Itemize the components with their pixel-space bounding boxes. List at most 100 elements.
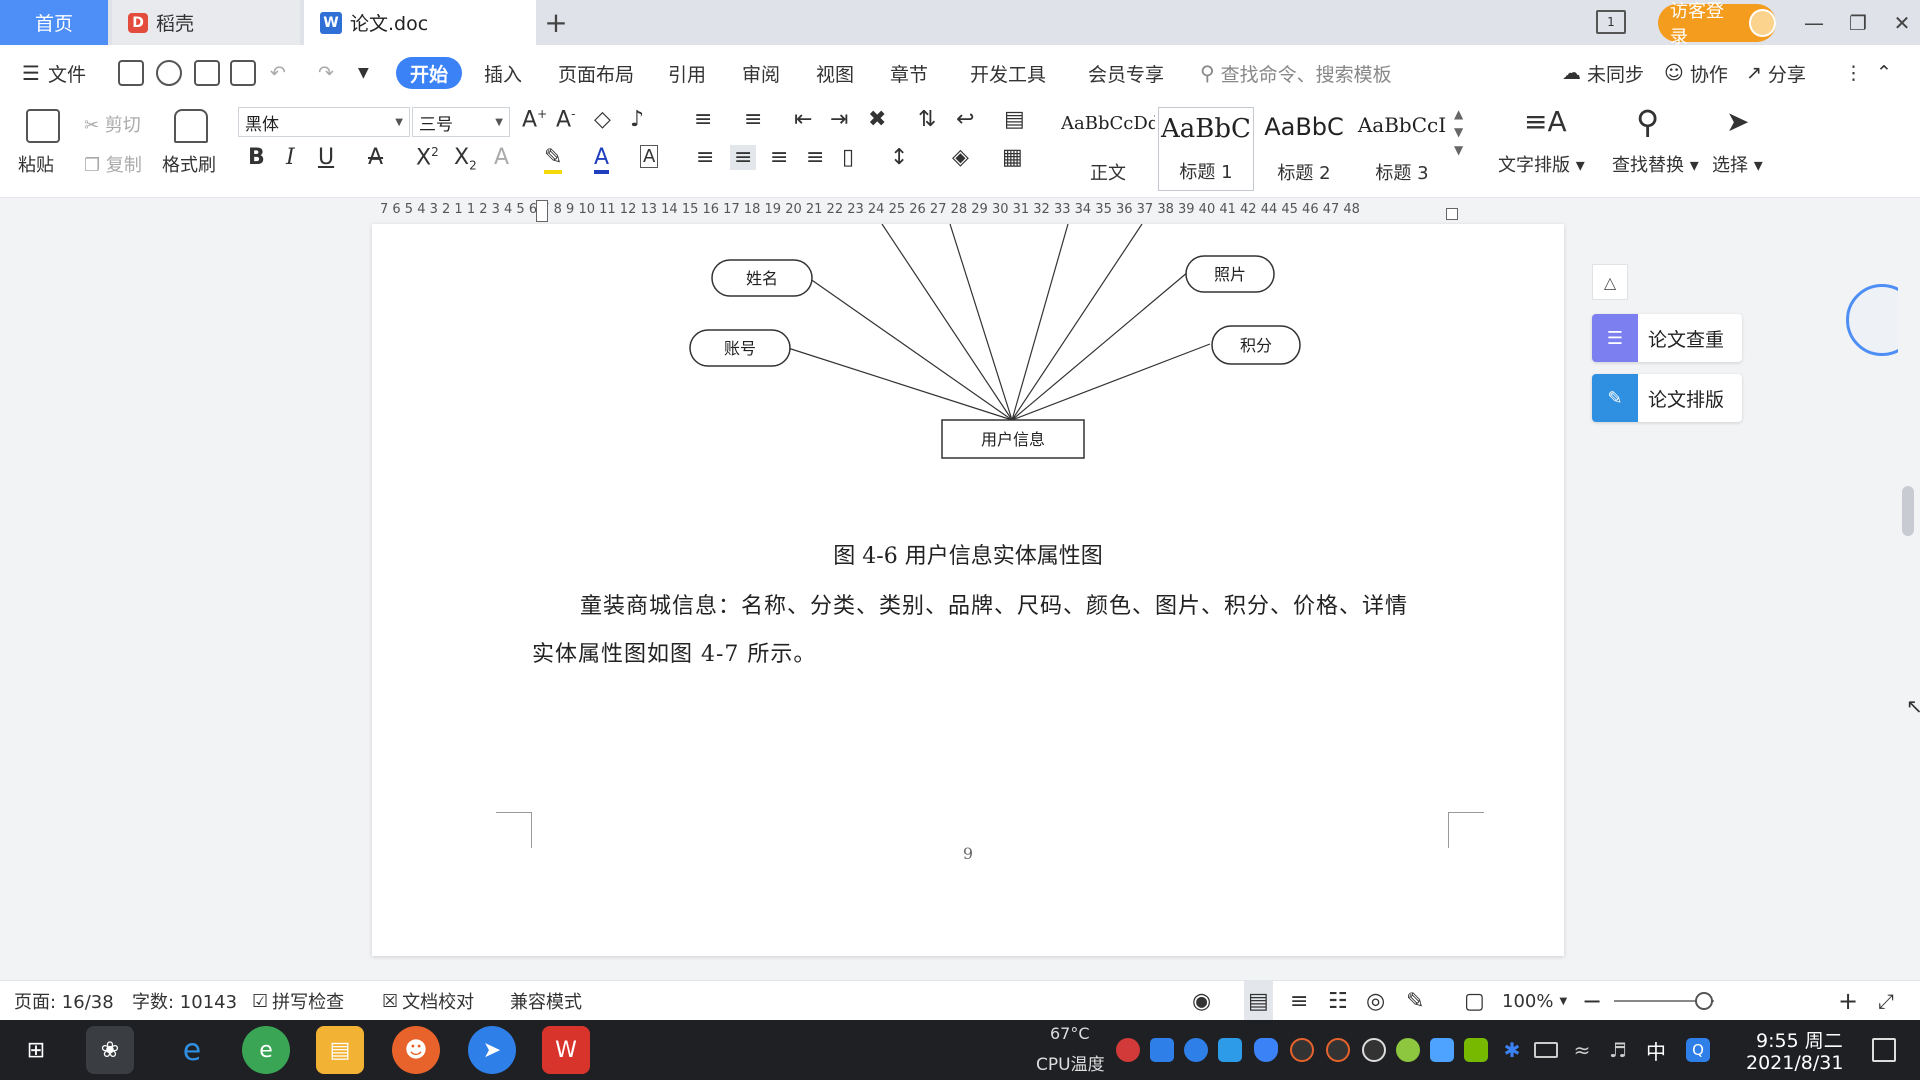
print-preview-icon[interactable] [230,60,256,86]
notification-icon[interactable] [1872,1038,1896,1062]
style-heading-2[interactable]: AaBbC 标题 2 [1256,107,1352,191]
collapse-ribbon-icon[interactable]: ⌃ [1876,45,1892,101]
font-size-select[interactable]: 三号 ▼ [412,107,510,137]
select-button[interactable]: 选择 ▾ [1712,151,1763,177]
ruler[interactable]: 7 6 5 4 3 2 1 1 2 3 4 5 6 7 8 9 10 11 12… [0,198,1920,224]
more-icon[interactable]: ⋮ [1844,45,1863,101]
copy-button[interactable]: ❐ 复制 [84,151,142,177]
document-proof-button[interactable]: ☒ 文档校对 [382,981,474,1021]
bold-icon[interactable]: B [248,145,265,170]
borders-icon[interactable]: ▦ [1002,145,1023,170]
decrease-font-icon[interactable]: A- [556,107,575,132]
document-page[interactable]: 姓名 账号 照片 积分 用户信息 图 4-6 用户信息实体属性图 童装商城信息：… [372,224,1564,956]
tray-app-icon[interactable] [1150,1038,1174,1062]
tab-insert[interactable]: 插入 [484,45,522,101]
web-view-icon[interactable]: ◎ [1366,981,1385,1021]
thesis-check-button[interactable]: ☰ 论文查重 [1592,314,1742,362]
paste-button[interactable]: 粘贴 [18,151,54,177]
text-layout-icon[interactable]: ≡A [1524,105,1567,138]
tab-home[interactable]: 首页 [0,0,108,45]
command-search[interactable]: ⚲ 查找命令、搜索模板 [1200,45,1392,101]
style-heading-3[interactable]: AaBbCcI 标题 3 [1354,107,1450,191]
restore-button[interactable]: ❐ [1834,0,1882,45]
magnifier-icon[interactable]: ⚲ [1636,103,1659,141]
zoom-slider-handle[interactable] [1695,992,1713,1010]
highlight-icon[interactable]: ✎ [544,145,563,174]
table-tools-icon[interactable]: ▤ [1004,107,1025,132]
right-indent-marker[interactable] [1446,208,1458,220]
windows-start-icon[interactable]: ⊞ [12,1026,60,1074]
line-spacing-icon[interactable]: ↕ [890,145,908,170]
indent-marker[interactable] [536,200,548,222]
browser-360-icon[interactable]: e [242,1026,290,1074]
battery-icon[interactable] [1534,1042,1558,1058]
chinese-layout-icon[interactable]: ✖ [868,107,886,132]
undo-icon[interactable]: ↶ [270,45,286,101]
phonetic-icon[interactable]: ♪ [630,107,644,132]
superscript-icon[interactable]: X2 [416,145,439,170]
side-panel-collapse-button[interactable]: △ [1592,264,1628,300]
styles-scroll-icon[interactable]: ▲ ▼ ▼ [1454,105,1463,159]
eye-protection-icon[interactable]: ◉ [1192,981,1211,1021]
clock-date[interactable]: 2021/8/31 [1746,1052,1843,1074]
nvidia-icon[interactable] [1464,1038,1488,1062]
clock-time[interactable]: 9:55 周二 [1756,1026,1843,1053]
tab-document[interactable]: W 论文.doc [304,0,536,45]
volume-icon[interactable]: ♬ [1606,1038,1630,1062]
guest-login-button[interactable]: 访客登录 [1658,1,1776,48]
tray-app-icon[interactable] [1396,1038,1420,1062]
ime-indicator[interactable]: 中 [1646,1036,1666,1065]
fullscreen-icon[interactable]: ⤢ [1878,981,1894,1021]
font-color-icon[interactable]: A [594,145,610,174]
word-count[interactable]: 字数: 10143 [132,981,237,1021]
subscript-icon[interactable]: X2 [454,145,477,172]
export-icon[interactable] [156,60,182,86]
new-tab-button[interactable]: + [540,0,572,45]
text-layout-button[interactable]: 文字排版 ▾ [1498,151,1585,177]
sync-status[interactable]: ☁ 未同步 [1562,45,1644,101]
tray-app-icon[interactable] [1218,1038,1242,1062]
bluetooth-icon[interactable]: ✱ [1500,1038,1524,1062]
qq-icon[interactable] [1326,1038,1350,1062]
tab-member[interactable]: 会员专享 [1088,45,1164,101]
tab-chapter[interactable]: 章节 [890,45,928,101]
align-right-icon[interactable]: ≡ [770,145,788,170]
shield-icon[interactable] [1254,1038,1278,1062]
write-mode-icon[interactable]: ✎ [1406,981,1424,1021]
redo-icon[interactable]: ↷ [318,45,334,101]
sort-icon[interactable]: ⇅ [918,107,936,132]
fit-page-icon[interactable]: ▢ [1464,981,1485,1021]
file-explorer-icon[interactable]: ▤ [316,1026,364,1074]
cut-button[interactable]: ✂ 剪切 [84,111,141,137]
distributed-icon[interactable]: ▯ [842,145,854,170]
tab-references[interactable]: 引用 [668,45,706,101]
style-heading-1[interactable]: AaBbC 标题 1 [1158,107,1254,191]
page-indicator[interactable]: 页面: 16/38 [14,981,114,1021]
pinwheel-app-icon[interactable]: ❀ [86,1026,134,1074]
window-count-icon[interactable]: 1 [1596,10,1626,34]
style-normal[interactable]: AaBbCcDd 正文 [1060,107,1156,191]
collaborate-button[interactable]: ☺ 协作 [1664,45,1728,101]
clear-format-icon[interactable]: ◇ [594,107,611,132]
justify-icon[interactable]: ≡ [806,145,824,170]
scrollbar-thumb[interactable] [1902,486,1914,536]
bullet-list-icon[interactable]: ≡ [694,107,712,132]
find-replace-button[interactable]: 查找替换 ▾ [1612,151,1699,177]
qq-icon[interactable] [1362,1038,1386,1062]
zoom-in-button[interactable]: + [1838,981,1858,1021]
qq-icon[interactable] [1290,1038,1314,1062]
format-painter-icon[interactable] [174,109,208,143]
outline-view-icon[interactable]: ≡ [1290,981,1308,1021]
tray-app-icon[interactable] [1184,1038,1208,1062]
decrease-indent-icon[interactable]: ⇤ [794,107,812,132]
character-border-icon[interactable]: A [640,145,659,168]
format-painter-button[interactable]: 格式刷 [162,151,216,177]
print-icon[interactable] [194,60,220,86]
file-menu[interactable]: ☰ 文件 [22,45,86,101]
tab-developer[interactable]: 开发工具 [970,45,1046,101]
italic-icon[interactable]: I [286,145,295,170]
minimize-button[interactable]: — [1790,0,1838,45]
tray-app-icon[interactable] [1116,1038,1140,1062]
tab-page-layout[interactable]: 页面布局 [558,45,634,101]
tab-view[interactable]: 视图 [816,45,854,101]
